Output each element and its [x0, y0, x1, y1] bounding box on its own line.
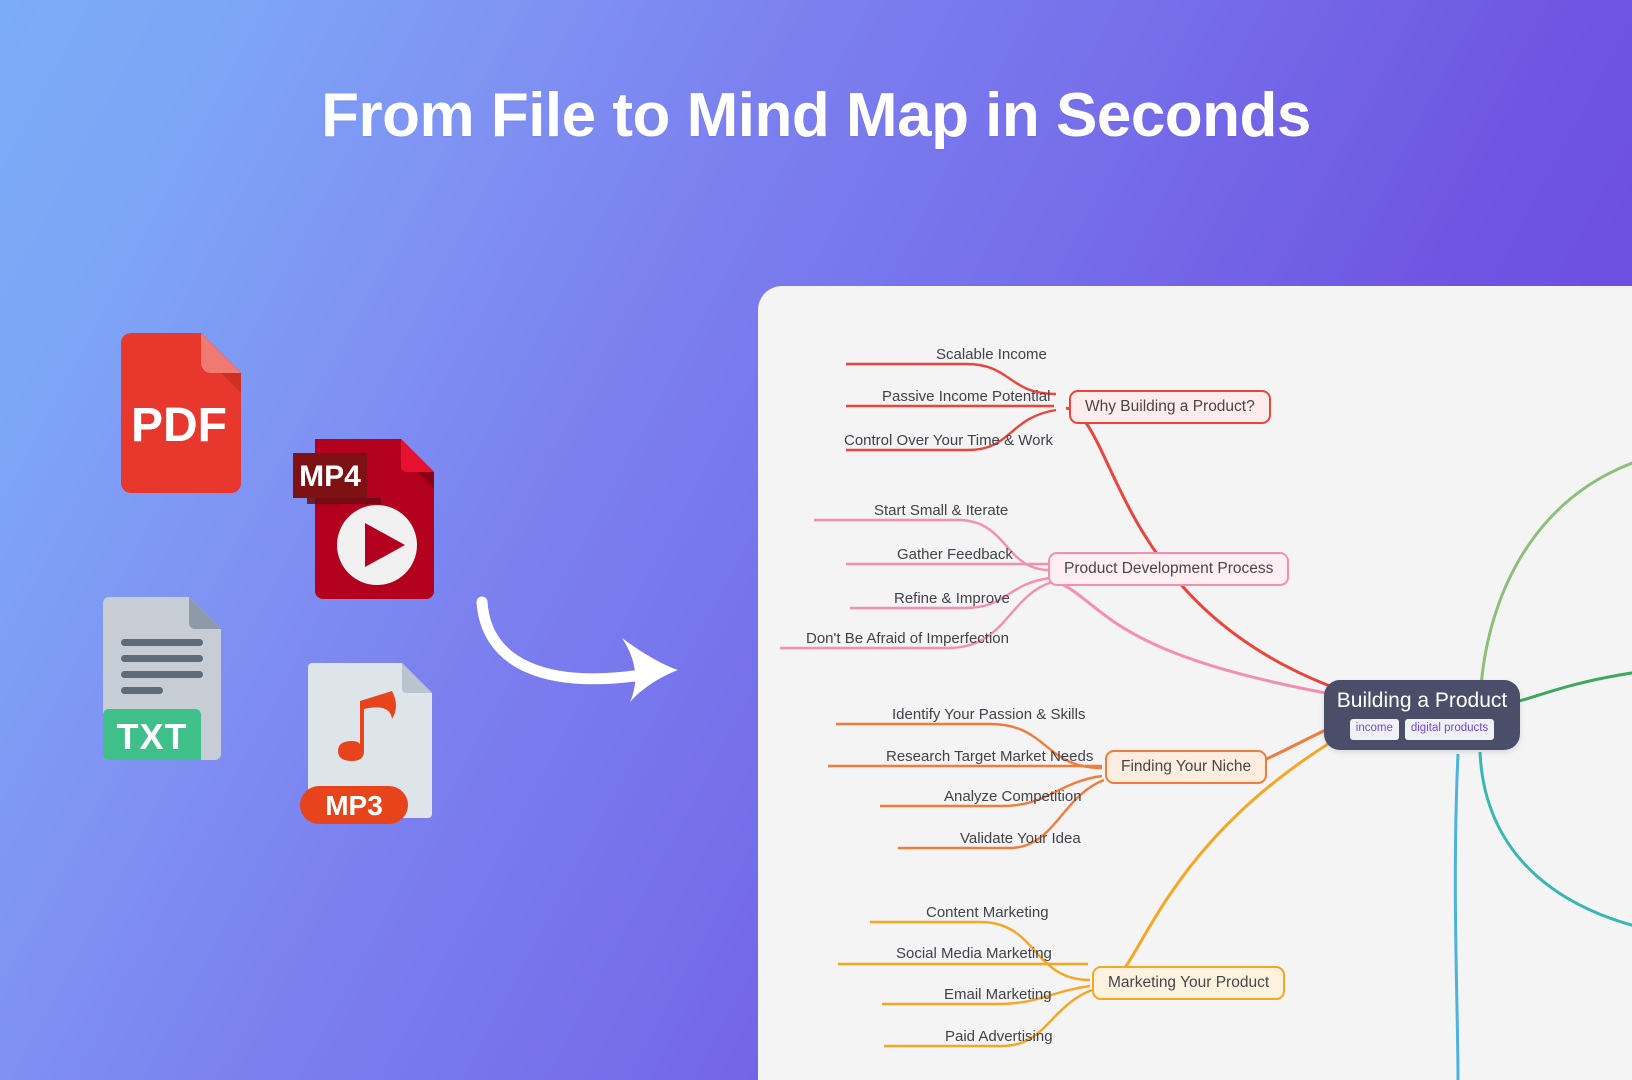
branch-topic-why-building-a-product[interactable]: Why Building a Product?	[1069, 390, 1271, 424]
tag-digital-products[interactable]: digital products	[1404, 719, 1495, 740]
file-icon-group: PDF MP4 TXT MP3	[0, 0, 760, 1080]
txt-file-icon[interactable]: TXT	[103, 597, 221, 760]
leaf-label[interactable]: Social Media Marketing	[896, 945, 1052, 962]
mp3-file-icon[interactable]: MP3	[300, 663, 432, 824]
leaf-label[interactable]: Start Small & Iterate	[874, 502, 1008, 519]
branch-topic-product-development-process[interactable]: Product Development Process	[1048, 552, 1290, 586]
mp4-file-icon[interactable]: MP4	[293, 437, 434, 599]
leaf-label[interactable]: Email Marketing	[944, 986, 1052, 1003]
leaf-label[interactable]: Passive Income Potential	[882, 388, 1050, 405]
leaf-label[interactable]: Don't Be Afraid of Imperfection	[806, 630, 1009, 647]
txt-label: TXT	[117, 716, 188, 757]
leaf-label[interactable]: Identify Your Passion & Skills	[892, 706, 1085, 723]
mindmap-panel: Scalable Income Passive Income Potential…	[758, 286, 1632, 1080]
leaf-label[interactable]: Research Target Market Needs	[886, 748, 1093, 765]
tag-income[interactable]: income	[1349, 719, 1399, 740]
leaf-label[interactable]: Refine & Improve	[894, 590, 1010, 607]
mp4-label: MP4	[299, 460, 361, 493]
pdf-label: PDF	[131, 399, 227, 452]
leaf-label[interactable]: Gather Feedback	[897, 546, 1013, 563]
leaf-label[interactable]: Analyze Competition	[944, 788, 1082, 805]
mp3-label: MP3	[325, 790, 383, 821]
curved-arrow-icon	[470, 590, 700, 710]
pdf-file-icon[interactable]: PDF	[113, 333, 241, 493]
leaf-label[interactable]: Content Marketing	[926, 904, 1049, 921]
leaf-label[interactable]: Scalable Income	[936, 346, 1047, 363]
branch-topic-finding-your-niche[interactable]: Finding Your Niche	[1105, 750, 1268, 784]
mindmap-center-node[interactable]: Building a Product income digital produc…	[1324, 680, 1520, 750]
branch-topic-marketing-your-product[interactable]: Marketing Your Product	[1092, 966, 1286, 1000]
center-node-title: Building a Product	[1336, 689, 1508, 712]
center-node-tags: income digital products	[1349, 719, 1495, 740]
leaf-label[interactable]: Paid Advertising	[945, 1028, 1053, 1045]
leaf-label[interactable]: Validate Your Idea	[960, 830, 1081, 847]
leaf-label[interactable]: Control Over Your Time & Work	[844, 432, 1053, 449]
